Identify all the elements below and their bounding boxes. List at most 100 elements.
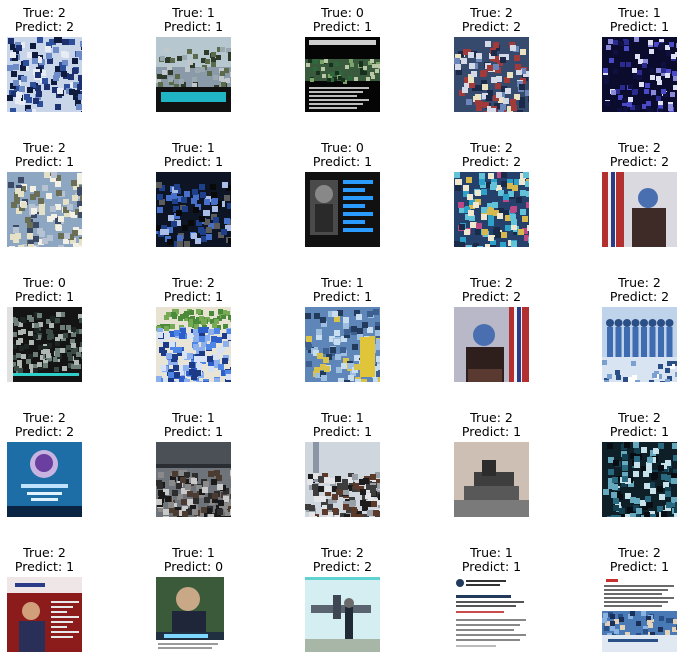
grid-cell: True: 2Predict: 2 — [422, 270, 562, 390]
thumbnail-image — [602, 37, 677, 112]
thumbnail-motorbikes — [305, 442, 380, 517]
true-label: True: 2 — [422, 141, 562, 155]
thumbnail-image — [305, 442, 380, 517]
predict-label: Predict: 1 — [0, 560, 115, 574]
true-label: True: 2 — [570, 411, 684, 425]
thumbnail-article — [602, 577, 677, 652]
thumbnail-speaker-flag — [602, 172, 677, 247]
grid-cell: True: 2Predict: 1 — [124, 270, 264, 390]
true-label: True: 0 — [273, 6, 413, 20]
predict-label: Predict: 1 — [124, 290, 264, 304]
thumbnail-image — [454, 172, 529, 247]
thumbnail-image — [602, 577, 677, 652]
thumbnail-image — [454, 307, 529, 382]
true-label: True: 1 — [273, 411, 413, 425]
true-label: True: 2 — [570, 141, 684, 155]
thumbnail-portrait-text — [305, 172, 380, 247]
predict-label: Predict: 1 — [273, 425, 413, 439]
thumbnail-crowd-colorful — [454, 172, 529, 247]
thumbnail-image — [602, 442, 677, 517]
grid-cell: True: 0Predict: 1 — [273, 135, 413, 255]
true-label: True: 0 — [273, 141, 413, 155]
thumbnail-dark-crowd-post — [7, 307, 82, 382]
grid-cell: True: 0Predict: 1 — [0, 270, 115, 390]
true-label: True: 1 — [124, 141, 264, 155]
thumbnail-dark-group — [602, 442, 677, 517]
true-label: True: 2 — [570, 276, 684, 290]
thumbnail-image — [156, 172, 231, 247]
true-label: True: 1 — [273, 276, 413, 290]
thumbnail-image — [7, 577, 82, 652]
grid-cell: True: 1Predict: 1 — [273, 270, 413, 390]
grid-cell: True: 1Predict: 1 — [422, 540, 562, 660]
thumbnail-image — [602, 172, 677, 247]
prediction-grid: True: 2Predict: 2True: 1Predict: 1True: … — [0, 0, 684, 659]
true-label: True: 2 — [422, 6, 562, 20]
thumbnail-royal-poster — [7, 442, 82, 517]
predict-label: Predict: 1 — [124, 155, 264, 169]
thumbnail-image — [7, 442, 82, 517]
thumbnail-image — [305, 307, 380, 382]
true-label: True: 1 — [124, 411, 264, 425]
thumbnail-street-banner — [156, 37, 231, 112]
thumbnail-image — [454, 37, 529, 112]
true-label: True: 2 — [422, 411, 562, 425]
predict-label: Predict: 2 — [273, 560, 413, 574]
thumbnail-statue — [454, 442, 529, 517]
thumbnail-image — [7, 307, 82, 382]
thumbnail-tv-speaker — [156, 577, 231, 652]
thumbnail-crowd-flags — [454, 37, 529, 112]
thumbnail-red-poster — [7, 577, 82, 652]
thumbnail-image — [7, 37, 82, 112]
grid-cell: True: 2Predict: 2 — [570, 135, 684, 255]
true-label: True: 0 — [0, 276, 115, 290]
predict-label: Predict: 0 — [124, 560, 264, 574]
thumbnail-image — [156, 307, 231, 382]
grid-cell: True: 2Predict: 2 — [0, 0, 115, 120]
thumbnail-night-street — [156, 172, 231, 247]
true-label: True: 1 — [124, 546, 264, 560]
grid-cell: True: 2Predict: 1 — [570, 540, 684, 660]
grid-cell: True: 1Predict: 1 — [273, 405, 413, 525]
thumbnail-overpass-crowd — [156, 442, 231, 517]
predict-label: Predict: 1 — [0, 290, 115, 304]
true-label: True: 2 — [0, 411, 115, 425]
true-label: True: 2 — [273, 546, 413, 560]
grid-cell: True: 1Predict: 0 — [124, 540, 264, 660]
grid-cell: True: 2Predict: 1 — [422, 405, 562, 525]
predict-label: Predict: 2 — [422, 20, 562, 34]
thumbnail-blue-crowd — [156, 307, 231, 382]
grid-cell: True: 2Predict: 2 — [422, 0, 562, 120]
predict-label: Predict: 1 — [570, 20, 684, 34]
thumbnail-image — [305, 37, 380, 112]
thumbnail-image — [305, 577, 380, 652]
predict-label: Predict: 1 — [124, 425, 264, 439]
grid-cell: True: 2Predict: 1 — [570, 405, 684, 525]
predict-label: Predict: 2 — [422, 155, 562, 169]
thumbnail-ceremony — [602, 307, 677, 382]
predict-label: Predict: 2 — [0, 425, 115, 439]
grid-cell: True: 2Predict: 1 — [0, 135, 115, 255]
predict-label: Predict: 1 — [422, 560, 562, 574]
thumbnail-image — [156, 577, 231, 652]
thumbnail-officials — [7, 172, 82, 247]
predict-label: Predict: 1 — [570, 425, 684, 439]
true-label: True: 1 — [422, 546, 562, 560]
thumbnail-airplane — [305, 577, 380, 652]
grid-cell: True: 2Predict: 2 — [0, 405, 115, 525]
thumbnail-dark-post — [305, 37, 380, 112]
predict-label: Predict: 1 — [0, 155, 115, 169]
predict-label: Predict: 1 — [273, 20, 413, 34]
true-label: True: 2 — [0, 6, 115, 20]
true-label: True: 2 — [422, 276, 562, 290]
predict-label: Predict: 2 — [570, 155, 684, 169]
predict-label: Predict: 1 — [273, 155, 413, 169]
thumbnail-night-crowd — [602, 37, 677, 112]
grid-cell: True: 1Predict: 1 — [124, 405, 264, 525]
predict-label: Predict: 2 — [422, 290, 562, 304]
grid-cell: True: 1Predict: 1 — [124, 135, 264, 255]
true-label: True: 1 — [570, 6, 684, 20]
thumbnail-image — [454, 577, 529, 652]
thumbnail-image — [602, 307, 677, 382]
thumbnail-image — [156, 37, 231, 112]
